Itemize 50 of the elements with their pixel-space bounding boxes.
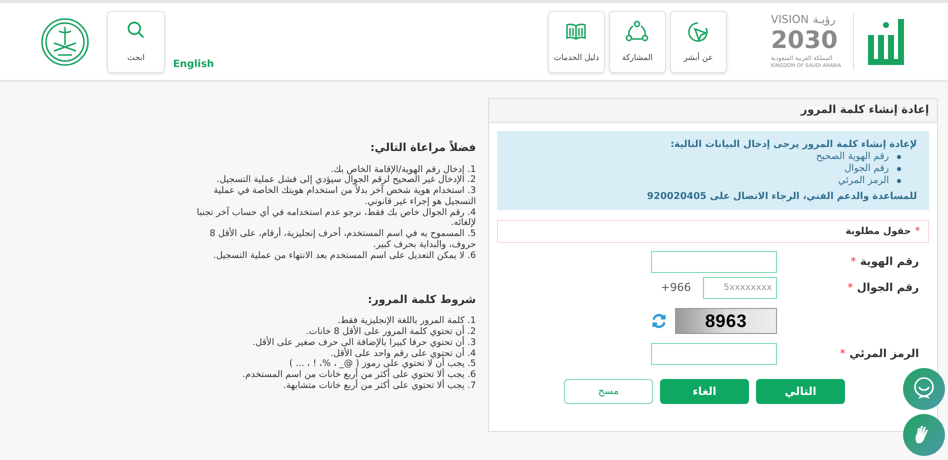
support-text: للمساعدة والدعم الفني، الرجاء الاتصال على 920020405 [646,190,917,202]
rules-title: شروط كلمة المرور: [366,292,476,308]
country-code: +966 [660,280,691,296]
input-field[interactable] [651,251,777,274]
required-mark: * [850,254,856,270]
required-mark: * [840,346,846,362]
note-item: 1. إدخال رقم الهوية/الإقامة الخاص بك. [330,164,476,174]
rule-item: 4. أن تحتوي على رقم واحد على الأقل. [330,348,476,359]
cursor-icon [686,20,710,44]
required-note: حقول مطلوبة [846,224,911,239]
bullet-icon [897,178,901,183]
note-item: 2. الإدخال غير الصحيح لرقم الجوال سيؤدي إلى فشل عملية التسجيل. [216,175,476,186]
share-icon [625,20,650,44]
field-label: رقم الهوية [860,254,919,270]
vision-label: رؤيـة [812,14,836,26]
info-item: رقم الجوال [844,162,889,175]
rule-item: 1. كلمة المرور باللغة الإنجليزية فقط. [336,316,476,326]
notes-title: فضلاً مراعاة التالي: [369,140,476,156]
info-item: الرمز المرئي [838,174,889,186]
refresh-icon[interactable] [651,313,667,330]
input-field[interactable]: 5xxxxxxxx [703,277,777,300]
nav-tile[interactable]: دليل الخدمات [548,10,605,72]
field-label: رقم الجوال [856,280,919,296]
nav-tile[interactable]: عن أبشر [670,10,727,72]
rule-item: 2. أن تحتوي كلمة المرور على الأقل 8 خانات. [305,326,476,337]
nav-tile[interactable]: المشاركة [608,10,666,72]
rule-item: 6. يجب ألا تحتوي على أكثر من أربع خانات من اسم المستخدم. [241,370,476,380]
rule-item: 5. يجب أن لا تحتوي على رموز ( @_ ، %، ! ، ... ) [288,359,476,370]
note-item: 4. رقم الجوال خاص بك فقط، نرجو عدم استخدامه في أي حساب آخر تجنبا لإلغائه. [196,208,476,228]
sign-language-icon[interactable] [903,414,945,456]
note-item: 3. استخدام هوية شخص آخر بدلاً من استخدام هويتك الخاصة في عملية التسجيل هو إجراء غير قانوني. [212,186,476,207]
required-mark: * [847,280,853,296]
note-item: 6. لا يمكن التعديل على اسم المستخدم بعد الانتهاء من عملية التسجيل. [212,250,476,262]
bullet-icon [897,166,901,171]
note-item: 5. المسموح به في اسم المستخدم، أحرف إنجليزية، أرقام، على الأقل 8 حروف، والبداية بحرف كبير. [208,229,476,251]
search-tile[interactable]: ابحث [107,10,165,72]
emblem-icon [40,16,90,66]
rule-item: 7. يجب ألا تحتوي على أكثر من أربع خانات متشابهة. [282,380,476,392]
captcha-image: 8963 [675,308,777,334]
search-icon [126,20,146,40]
panel-title: إعادة إنشاء كلمة المرور [800,102,929,118]
field-label: الرمز المرئي [849,346,919,362]
rule-item: 3. أن تحتوي حرفا كبيرا بالإضافة الى حرف صغير على الأقل. [252,338,476,348]
info-item: رقم الهوية الصحيح [816,150,889,163]
bullet-icon [897,154,901,159]
vision-year: 2030 [770,26,838,56]
vision-label: VISION [770,14,809,26]
required-mark: * [915,225,920,240]
info-text: لإعادة إنشاء كلمة المرور يرجى إدخال البيانات التالية: [669,139,917,151]
input-field[interactable] [651,343,777,366]
